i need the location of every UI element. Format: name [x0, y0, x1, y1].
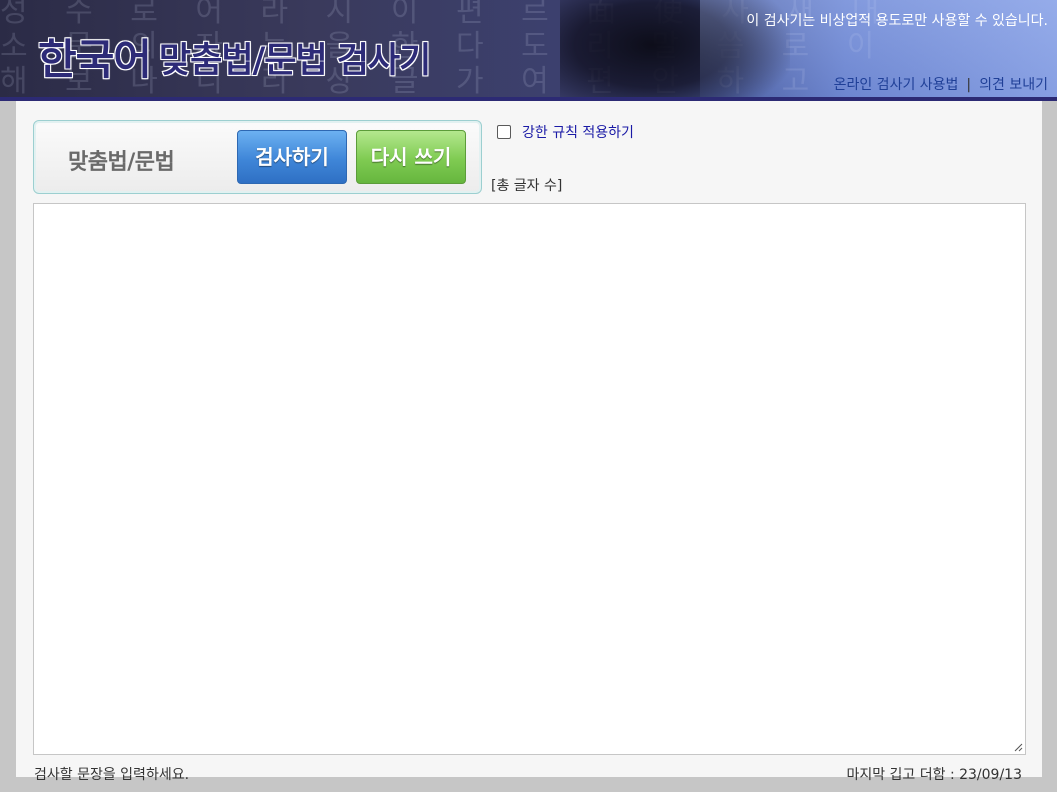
- logo-checker: 검사기: [336, 40, 433, 82]
- strict-rules-checkbox[interactable]: [497, 125, 511, 139]
- strict-rules-label[interactable]: 강한 규칙 적용하기: [522, 122, 634, 142]
- sentence-input[interactable]: [33, 203, 1026, 755]
- reset-button[interactable]: 다시 쓰기: [356, 130, 466, 184]
- send-feedback-link[interactable]: 의견 보내기: [979, 77, 1048, 93]
- input-hint: 검사할 문장을 입력하세요.: [34, 767, 190, 783]
- checker-panel: 맞춤법/문법 검사하기 다시 쓰기 강한 규칙 적용하기 [총 글자 수] 검사…: [16, 101, 1042, 783]
- header-banner: 성 수 로 어 라 시 이 편 르 面 便 사 새 내 소 문 의 자 는 을 …: [0, 0, 1057, 97]
- logo-korean: 한국어: [37, 34, 153, 85]
- site-logo[interactable]: 한국어 맞춤법/문법 검사기: [37, 26, 433, 87]
- logo-spelling-grammar: 맞춤법/문법: [158, 40, 329, 82]
- last-updated: 마지막 깁고 더함 : 23/09/13: [846, 767, 1022, 783]
- resize-handle-icon[interactable]: [1013, 742, 1023, 752]
- strict-rules-option[interactable]: 강한 규칙 적용하기: [497, 122, 634, 142]
- checker-title: 맞춤법/문법: [68, 150, 175, 175]
- total-char-count: [총 글자 수]: [491, 178, 563, 194]
- checker-controls: 맞춤법/문법 검사하기 다시 쓰기: [33, 120, 482, 194]
- check-button[interactable]: 검사하기: [237, 130, 347, 184]
- header-links: 온라인 검사기 사용법 | 의견 보내기: [834, 74, 1048, 94]
- non-commercial-notice: 이 검사기는 비상업적 용도로만 사용할 수 있습니다.: [746, 13, 1048, 29]
- usage-guide-link[interactable]: 온라인 검사기 사용법: [834, 77, 959, 93]
- link-separator: |: [966, 77, 972, 93]
